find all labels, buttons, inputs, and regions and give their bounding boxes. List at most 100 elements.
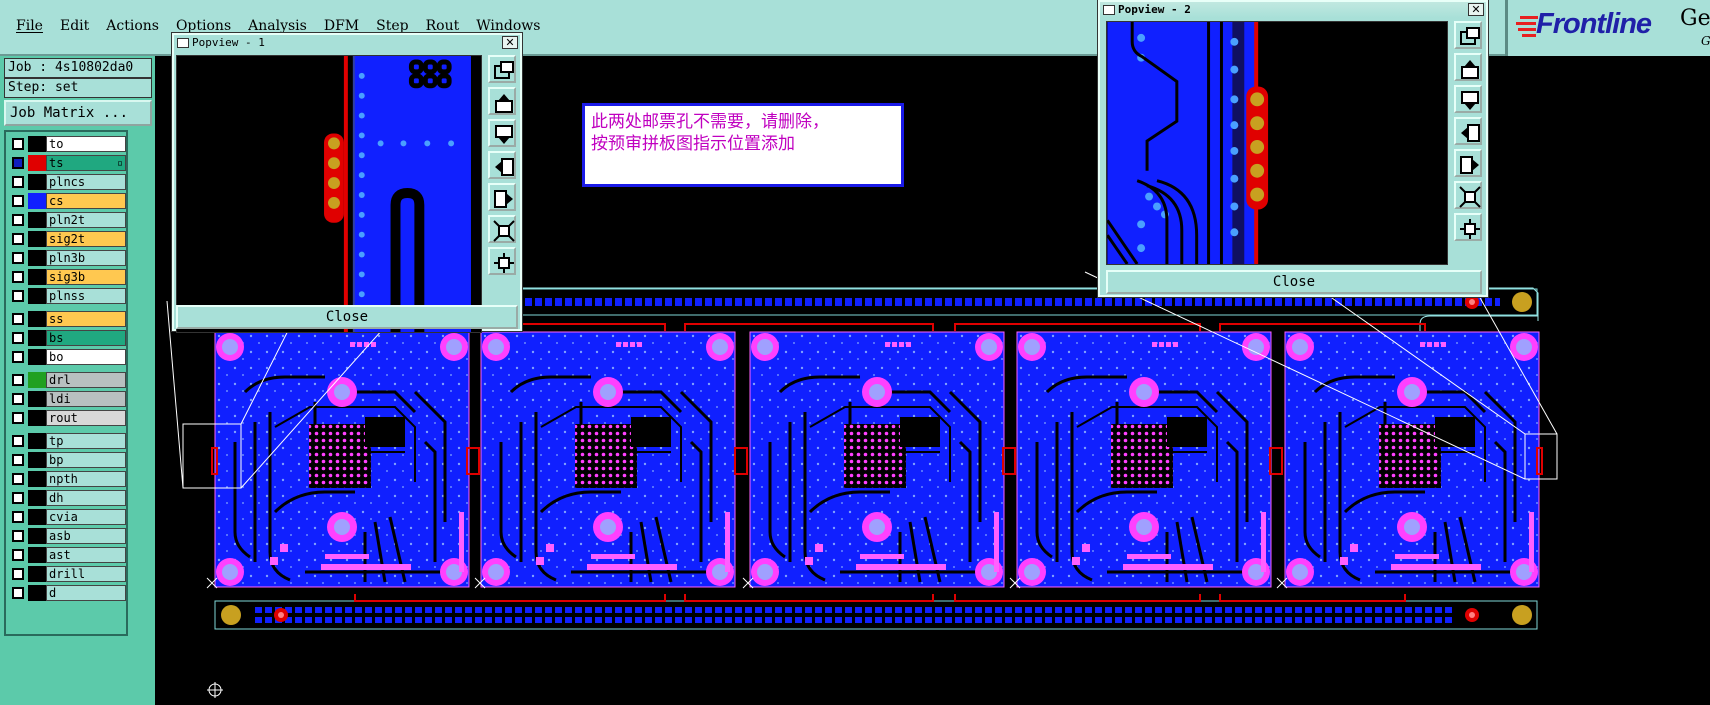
pan-left-button[interactable] <box>1454 117 1482 145</box>
layer-checkbox[interactable] <box>12 412 24 424</box>
layer-checkbox[interactable] <box>12 473 24 485</box>
layer-row[interactable]: d <box>8 585 126 601</box>
layer-name[interactable]: ss <box>46 311 126 327</box>
layer-name[interactable]: pln3b <box>46 250 126 266</box>
layer-checkbox[interactable] <box>12 233 24 245</box>
window-menu-icon[interactable] <box>1103 5 1115 15</box>
layer-name[interactable]: rout <box>46 410 126 426</box>
layer-row[interactable]: sig2t <box>8 231 126 247</box>
pan-down-button[interactable] <box>1454 85 1482 113</box>
popview-2-close-button[interactable]: Close <box>1106 270 1482 294</box>
close-icon[interactable]: ✕ <box>1468 3 1484 16</box>
layer-row[interactable]: bp <box>8 452 126 468</box>
pan-up-button[interactable] <box>1454 53 1482 81</box>
menu-rout[interactable]: Rout <box>426 18 469 34</box>
layer-name[interactable]: dh <box>46 490 126 506</box>
layer-checkbox[interactable] <box>12 587 24 599</box>
pan-right-button[interactable] <box>488 183 516 211</box>
layer-row[interactable]: sig3b <box>8 269 126 285</box>
layer-checkbox[interactable] <box>12 454 24 466</box>
layer-name[interactable]: plnss <box>46 288 126 304</box>
layer-row[interactable]: plnss <box>8 288 126 304</box>
layer-name[interactable]: to <box>46 136 126 152</box>
menu-options[interactable]: Options <box>176 18 240 34</box>
layer-row[interactable]: asb <box>8 528 126 544</box>
zoom-window-button[interactable] <box>1454 21 1482 49</box>
zoom-fit-button[interactable] <box>1454 181 1482 209</box>
layer-name[interactable]: npth <box>46 471 126 487</box>
close-icon[interactable]: ✕ <box>502 36 518 49</box>
layer-checkbox[interactable] <box>12 138 24 150</box>
layer-row[interactable]: tp <box>8 433 126 449</box>
layer-checkbox[interactable] <box>12 568 24 580</box>
layer-checkbox[interactable] <box>12 195 24 207</box>
popview-2-titlebar[interactable]: Popview - 2 ✕ <box>1100 2 1486 18</box>
menu-windows[interactable]: Windows <box>476 18 549 34</box>
layer-name[interactable]: pln2t <box>46 212 126 228</box>
layer-name[interactable]: drill <box>46 566 126 582</box>
menu-edit[interactable]: Edit <box>60 18 98 34</box>
menu-file[interactable]: File <box>16 18 52 34</box>
layer-checkbox[interactable] <box>12 374 24 386</box>
layer-name[interactable]: ast <box>46 547 126 563</box>
pan-right-button[interactable] <box>1454 149 1482 177</box>
layer-name[interactable]: tp <box>46 433 126 449</box>
layer-name[interactable]: drl <box>46 372 126 388</box>
popview-1-close-button[interactable]: Close <box>176 305 518 329</box>
layer-name[interactable]: asb <box>46 528 126 544</box>
layer-checkbox[interactable] <box>12 290 24 302</box>
menu-actions[interactable]: Actions <box>106 18 168 34</box>
layer-row[interactable]: dh <box>8 490 126 506</box>
layer-name[interactable]: ldi <box>46 391 126 407</box>
zoom-window-button[interactable] <box>488 55 516 83</box>
layer-row[interactable]: ss <box>8 311 126 327</box>
window-menu-icon[interactable] <box>177 38 189 48</box>
layer-row[interactable]: ts ▫ <box>8 155 126 171</box>
layer-row[interactable]: bo <box>8 349 126 365</box>
layer-checkbox[interactable] <box>12 549 24 561</box>
layer-name[interactable]: cs <box>46 193 126 209</box>
zoom-fit-button[interactable] <box>488 215 516 243</box>
layer-name[interactable]: sig3b <box>46 269 126 285</box>
layer-checkbox[interactable] <box>12 176 24 188</box>
layer-checkbox[interactable] <box>12 530 24 542</box>
layer-row[interactable]: bs <box>8 330 126 346</box>
layer-checkbox[interactable] <box>12 351 24 363</box>
layer-row[interactable]: cvia <box>8 509 126 525</box>
layer-row[interactable]: plncs <box>8 174 126 190</box>
zoom-home-button[interactable] <box>488 247 516 275</box>
layer-row[interactable]: pln3b <box>8 250 126 266</box>
menu-step[interactable]: Step <box>376 18 417 34</box>
menu-dfm[interactable]: DFM <box>324 18 368 34</box>
layer-name[interactable]: ts ▫ <box>46 155 126 171</box>
layer-row[interactable]: npth <box>8 471 126 487</box>
zoom-home-button[interactable] <box>1454 213 1482 241</box>
layer-name[interactable]: sig2t <box>46 231 126 247</box>
popview-1-titlebar[interactable]: Popview - 1 ✕ <box>174 35 520 51</box>
layer-checkbox[interactable] <box>12 492 24 504</box>
popview-1-view[interactable] <box>176 55 482 333</box>
layer-row[interactable]: drill <box>8 566 126 582</box>
layer-checkbox[interactable] <box>12 332 24 344</box>
layer-name[interactable]: bo <box>46 349 126 365</box>
layer-row[interactable]: ldi <box>8 391 126 407</box>
layer-name[interactable]: plncs <box>46 174 126 190</box>
layer-checkbox[interactable] <box>12 252 24 264</box>
layer-row[interactable]: cs <box>8 193 126 209</box>
layer-checkbox[interactable] <box>12 214 24 226</box>
layer-row[interactable]: pln2t <box>8 212 126 228</box>
layer-row[interactable]: ast <box>8 547 126 563</box>
popview-2-view[interactable] <box>1106 21 1448 265</box>
layer-checkbox[interactable] <box>12 511 24 523</box>
menu-analysis[interactable]: Analysis <box>248 18 316 34</box>
pan-up-button[interactable] <box>488 87 516 115</box>
layer-checkbox[interactable] <box>12 271 24 283</box>
layer-checkbox[interactable] <box>12 393 24 405</box>
pan-left-button[interactable] <box>488 151 516 179</box>
layer-name[interactable]: cvia <box>46 509 126 525</box>
pan-down-button[interactable] <box>488 119 516 147</box>
layer-name[interactable]: bs <box>46 330 126 346</box>
layer-row[interactable]: rout <box>8 410 126 426</box>
job-matrix-button[interactable]: Job Matrix ... <box>4 100 152 126</box>
layer-name[interactable]: d <box>46 585 126 601</box>
